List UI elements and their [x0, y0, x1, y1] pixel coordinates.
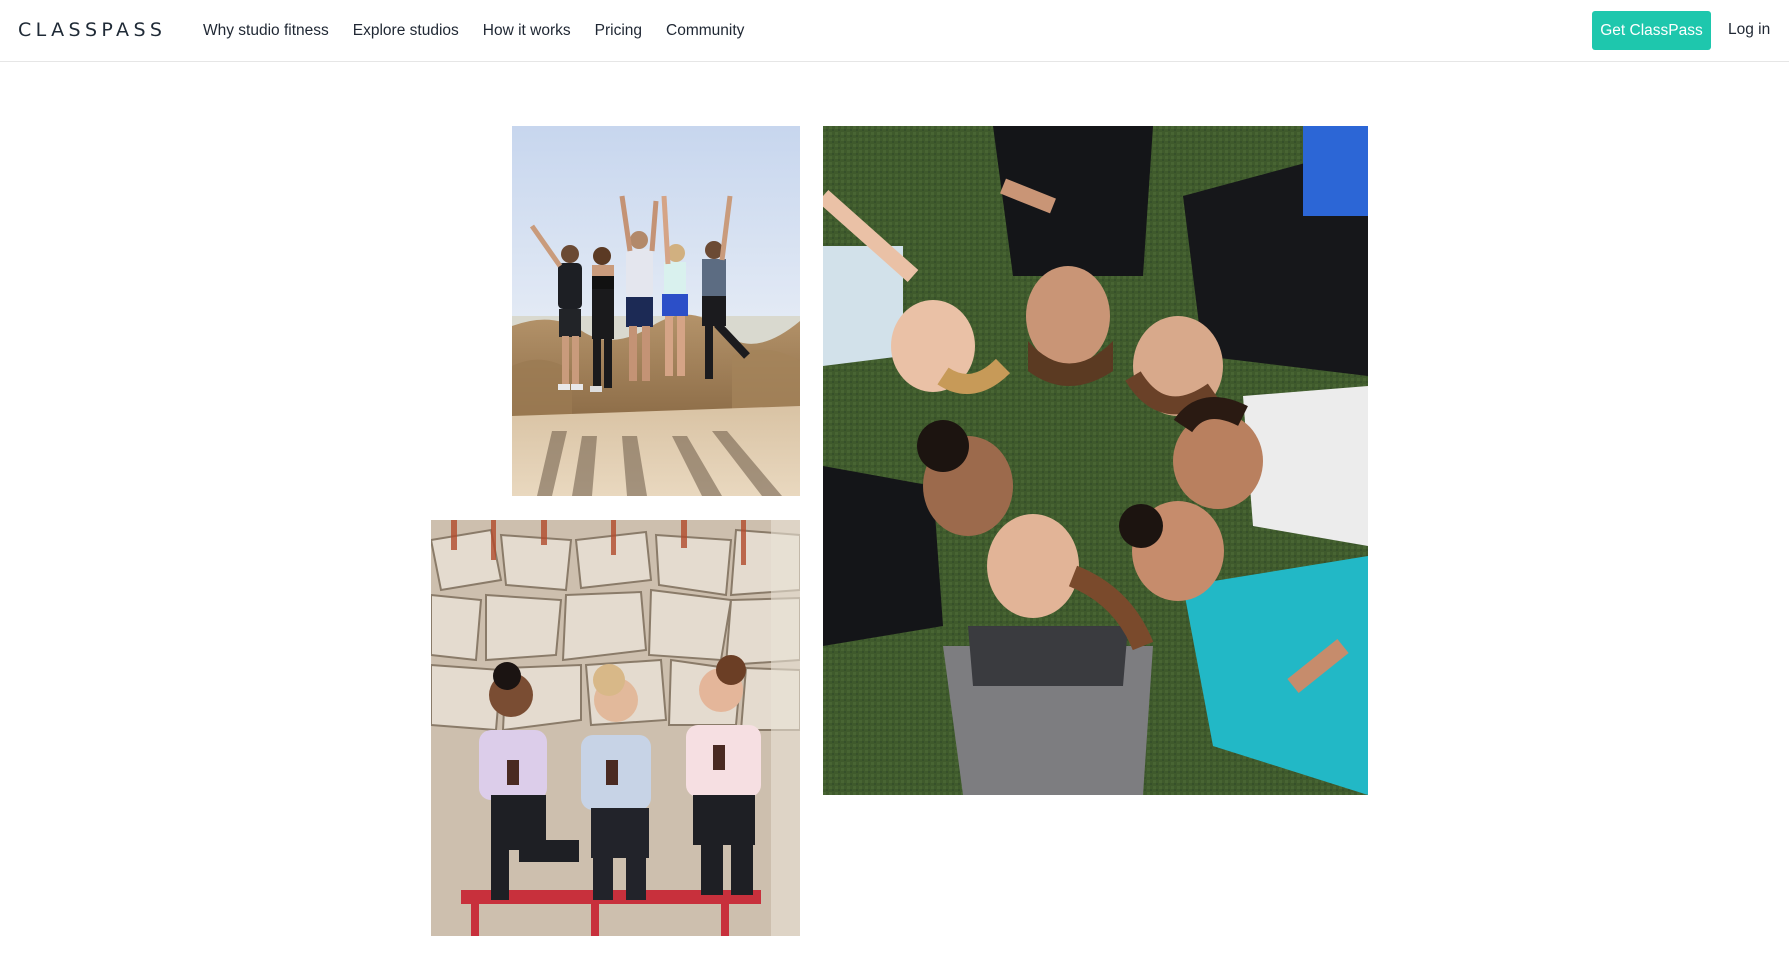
- nav-link-why-studio-fitness[interactable]: Why studio fitness: [203, 21, 329, 41]
- nav-link-explore-studios[interactable]: Explore studios: [353, 21, 459, 41]
- nav-link-community[interactable]: Community: [666, 21, 744, 41]
- nav-link-pricing[interactable]: Pricing: [595, 21, 642, 41]
- main-nav: Why studio fitness Explore studios How i…: [203, 0, 744, 62]
- group-cheering-illustration: [512, 126, 800, 496]
- top-navigation-bar: CLASSPASS Why studio fitness Explore stu…: [0, 0, 1789, 62]
- classpass-logo[interactable]: CLASSPASS: [18, 18, 166, 42]
- group-lying-on-grass-photo: [823, 126, 1368, 795]
- log-in-link[interactable]: Log in: [1728, 20, 1770, 40]
- group-cheering-on-trail-photo: [512, 126, 800, 496]
- friends-smoothies-illustration: [431, 520, 800, 936]
- get-classpass-button[interactable]: Get ClassPass: [1592, 11, 1711, 50]
- nav-link-how-it-works[interactable]: How it works: [483, 21, 571, 41]
- friends-drinking-smoothies-photo: [431, 520, 800, 936]
- group-on-grass-illustration: [823, 126, 1368, 795]
